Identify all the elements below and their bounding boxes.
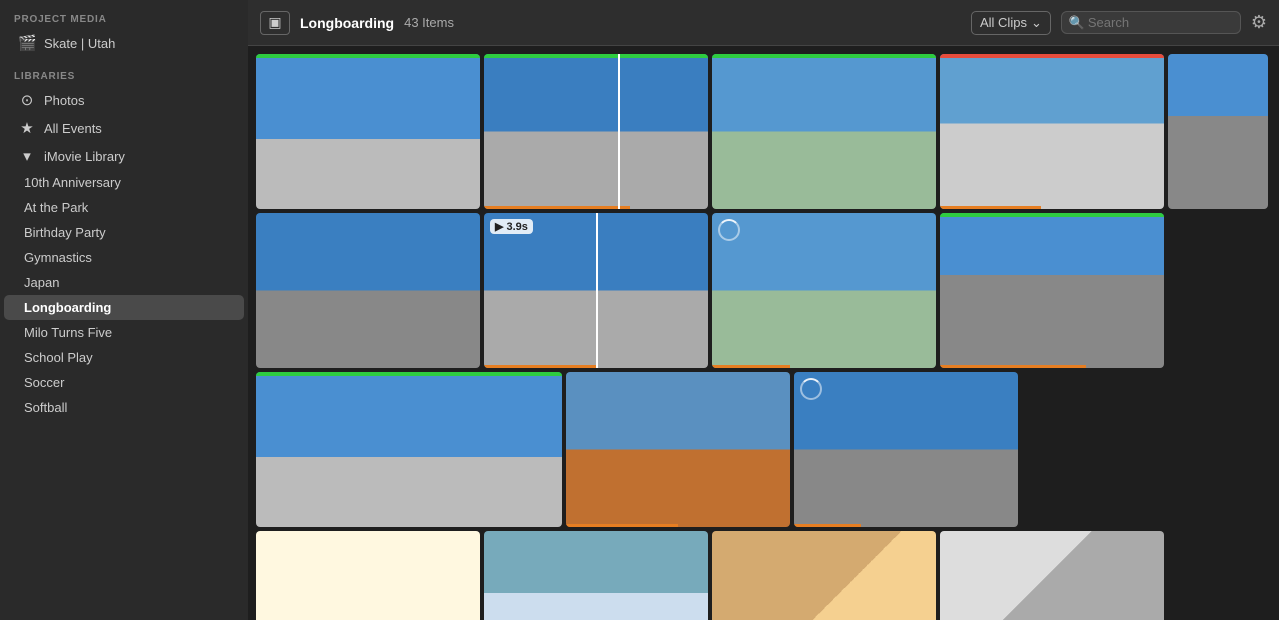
sidebar-event-japan[interactable]: Japan xyxy=(4,270,244,295)
clip-top-bar xyxy=(940,213,1164,217)
libraries-label: LIBRARIES xyxy=(0,57,248,86)
toolbar: ▣ Longboarding 43 Items All Clips ⌄ 🔍 ⚙ xyxy=(248,0,1279,46)
clips-filter-label: All Clips xyxy=(980,15,1027,30)
media-grid: ▶ 3.9s xyxy=(248,46,1279,620)
clip-duration-badge: ▶ 3.9s xyxy=(490,219,533,234)
clip-playhead xyxy=(618,54,620,209)
event-label: Gymnastics xyxy=(24,250,92,265)
clip-thumbnail[interactable] xyxy=(712,54,936,209)
clip-thumbnail[interactable] xyxy=(256,372,562,527)
sidebar-item-photos[interactable]: ⊙ Photos xyxy=(4,86,244,114)
clip-top-bar xyxy=(256,54,480,58)
clip-thumbnail[interactable] xyxy=(1168,54,1268,209)
event-label: Japan xyxy=(24,275,59,290)
clip-thumbnail[interactable] xyxy=(940,213,1164,368)
clip-bottom-bar xyxy=(566,524,678,527)
clip-bottom-bar xyxy=(794,524,861,527)
event-label: Milo Turns Five xyxy=(24,325,112,340)
clip-bottom-bar xyxy=(940,206,1041,209)
search-input[interactable] xyxy=(1061,11,1241,34)
clip-thumbnail[interactable] xyxy=(256,213,480,368)
imovie-library-label: iMovie Library xyxy=(44,149,125,164)
clip-thumbnail[interactable] xyxy=(256,54,480,209)
clip-playhead xyxy=(596,213,598,368)
clip-thumbnail[interactable] xyxy=(940,54,1164,209)
sidebar-item-project[interactable]: 🎬 Skate | Utah xyxy=(4,29,244,57)
clip-bottom-bar xyxy=(484,365,596,368)
clip-bottom-bar xyxy=(484,206,630,209)
triangle-down-icon: ▾ xyxy=(18,147,36,165)
toolbar-title: Longboarding xyxy=(300,15,394,31)
event-label: School Play xyxy=(24,350,93,365)
clip-thumbnail[interactable] xyxy=(712,213,936,368)
clip-bottom-bar xyxy=(712,365,790,368)
star-icon: ★ xyxy=(18,119,36,137)
clip-top-bar xyxy=(940,54,1164,58)
event-label: Birthday Party xyxy=(24,225,106,240)
photos-label: Photos xyxy=(44,93,84,108)
sidebar-event-gymnastics[interactable]: Gymnastics xyxy=(4,245,244,270)
event-label: 10th Anniversary xyxy=(24,175,121,190)
grid-row xyxy=(256,531,1271,620)
event-label: At the Park xyxy=(24,200,88,215)
sidebar-event-longboarding[interactable]: Longboarding xyxy=(4,295,244,320)
sidebar-event-10th-anniversary[interactable]: 10th Anniversary xyxy=(4,170,244,195)
clip-thumbnail[interactable] xyxy=(566,372,790,527)
sidebar-event-softball[interactable]: Softball xyxy=(4,395,244,420)
main-content: ▣ Longboarding 43 Items All Clips ⌄ 🔍 ⚙ xyxy=(248,0,1279,620)
sidebar-item-all-events[interactable]: ★ All Events xyxy=(4,114,244,142)
event-label: Soccer xyxy=(24,375,64,390)
sidebar-event-school-play[interactable]: School Play xyxy=(4,345,244,370)
project-media-label: PROJECT MEDIA xyxy=(0,0,248,29)
sidebar-event-birthday-party[interactable]: Birthday Party xyxy=(4,220,244,245)
clip-thumbnail[interactable] xyxy=(484,531,708,620)
clip-thumbnail[interactable] xyxy=(256,531,480,620)
clip-top-bar xyxy=(256,372,562,376)
clip-thumbnail[interactable] xyxy=(794,372,1018,527)
sidebar-event-milo-turns-five[interactable]: Milo Turns Five xyxy=(4,320,244,345)
clip-thumbnail[interactable] xyxy=(484,54,708,209)
duration-value: 3.9s xyxy=(506,221,527,233)
sidebar: PROJECT MEDIA 🎬 Skate | Utah LIBRARIES ⊙… xyxy=(0,0,248,620)
grid-row xyxy=(256,54,1271,209)
project-name: Skate | Utah xyxy=(44,36,115,51)
clip-top-bar xyxy=(484,54,708,58)
clapboard-icon: 🎬 xyxy=(18,34,36,52)
play-icon: ▶ xyxy=(495,220,503,233)
clip-top-bar xyxy=(712,54,936,58)
sidebar-event-at-the-park[interactable]: At the Park xyxy=(4,195,244,220)
sidebar-toggle-button[interactable]: ▣ xyxy=(260,11,290,35)
all-events-label: All Events xyxy=(44,121,102,136)
clip-thumbnail[interactable] xyxy=(712,531,936,620)
sidebar-event-soccer[interactable]: Soccer xyxy=(4,370,244,395)
chevron-down-icon: ⌄ xyxy=(1031,15,1042,31)
clip-bottom-bar xyxy=(940,365,1086,368)
settings-gear-icon[interactable]: ⚙ xyxy=(1251,12,1267,33)
clip-thumbnail[interactable] xyxy=(940,531,1164,620)
sidebar-toggle-icon: ▣ xyxy=(268,14,281,31)
grid-row: ▶ 3.9s xyxy=(256,213,1271,368)
toolbar-item-count: 43 Items xyxy=(404,15,454,30)
clips-filter-dropdown[interactable]: All Clips ⌄ xyxy=(971,11,1051,35)
search-wrapper: 🔍 xyxy=(1061,11,1241,34)
event-label: Softball xyxy=(24,400,67,415)
clip-thumbnail[interactable]: ▶ 3.9s xyxy=(484,213,708,368)
clip-loading-spinner xyxy=(800,378,822,400)
clip-loading-spinner xyxy=(718,219,740,241)
photos-icon: ⊙ xyxy=(18,91,36,109)
event-label: Longboarding xyxy=(24,300,111,315)
grid-row xyxy=(256,372,1271,527)
sidebar-item-imovie-library[interactable]: ▾ iMovie Library xyxy=(4,142,244,170)
